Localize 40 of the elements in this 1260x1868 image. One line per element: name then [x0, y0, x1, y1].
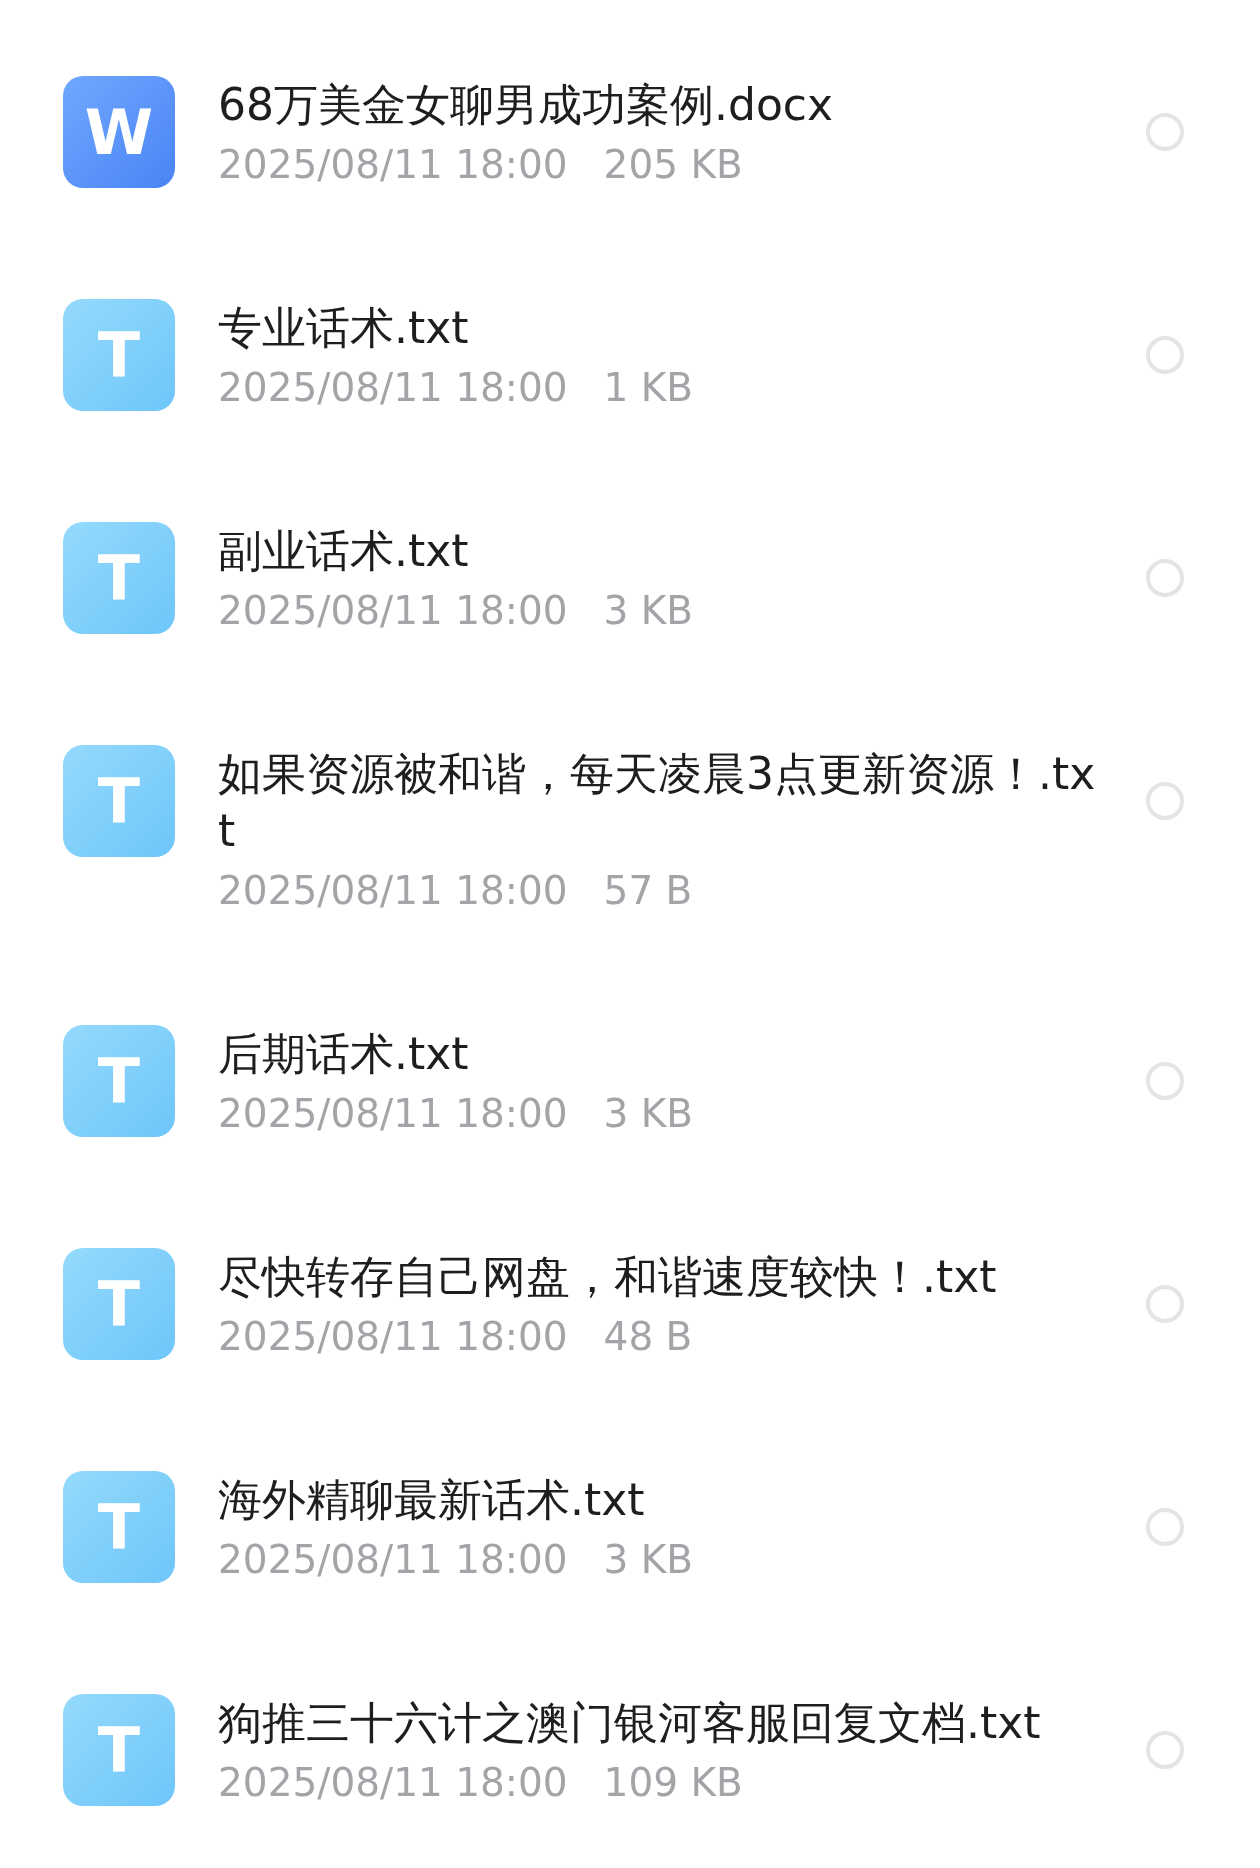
- file-date: 2025/08/11 18:00: [218, 867, 568, 915]
- file-date: 2025/08/11 18:00: [218, 141, 568, 189]
- file-size: 109 KB: [603, 1759, 743, 1807]
- text-file-icon: T: [63, 1025, 175, 1137]
- text-file-icon: T: [63, 1471, 175, 1583]
- text-file-icon: T: [63, 1694, 175, 1806]
- file-size: 205 KB: [603, 141, 743, 189]
- file-date: 2025/08/11 18:00: [218, 364, 568, 412]
- select-radio[interactable]: [1146, 1062, 1184, 1100]
- file-date: 2025/08/11 18:00: [218, 587, 568, 635]
- file-name[interactable]: 狗推三十六计之澳门银河客服回复文档.txt: [218, 1694, 1096, 1751]
- select-radio[interactable]: [1146, 782, 1184, 820]
- file-size: 1 KB: [603, 364, 694, 412]
- file-name[interactable]: 海外精聊最新话术.txt: [218, 1471, 1096, 1528]
- select-radio[interactable]: [1146, 1731, 1184, 1769]
- file-size: 48 B: [603, 1313, 693, 1361]
- file-date: 2025/08/11 18:00: [218, 1759, 568, 1807]
- file-name[interactable]: 副业话术.txt: [218, 522, 1096, 579]
- select-radio[interactable]: [1146, 336, 1184, 374]
- text-file-icon: T: [63, 299, 175, 411]
- file-date: 2025/08/11 18:00: [218, 1313, 568, 1361]
- select-radio[interactable]: [1146, 113, 1184, 151]
- word-document-icon: W: [63, 76, 175, 188]
- select-radio[interactable]: [1146, 1508, 1184, 1546]
- text-file-icon: T: [63, 1248, 175, 1360]
- text-file-icon: T: [63, 745, 175, 857]
- file-date: 2025/08/11 18:00: [218, 1536, 568, 1584]
- file-size: 3 KB: [603, 1536, 694, 1584]
- select-radio[interactable]: [1146, 559, 1184, 597]
- file-date: 2025/08/11 18:00: [218, 1090, 568, 1138]
- text-file-icon: T: [63, 522, 175, 634]
- file-name[interactable]: 后期话术.txt: [218, 1025, 1096, 1082]
- file-name[interactable]: 如果资源被和谐，每天凌晨3点更新资源！.txt: [218, 745, 1096, 859]
- select-radio[interactable]: [1146, 1285, 1184, 1323]
- file-name[interactable]: 68万美金女聊男成功案例.docx: [218, 76, 1096, 133]
- file-size: 3 KB: [603, 1090, 694, 1138]
- file-size: 3 KB: [603, 587, 694, 635]
- file-name[interactable]: 专业话术.txt: [218, 299, 1096, 356]
- file-size: 57 B: [603, 867, 693, 915]
- file-name[interactable]: 尽快转存自己网盘，和谐速度较快！.txt: [218, 1248, 1096, 1305]
